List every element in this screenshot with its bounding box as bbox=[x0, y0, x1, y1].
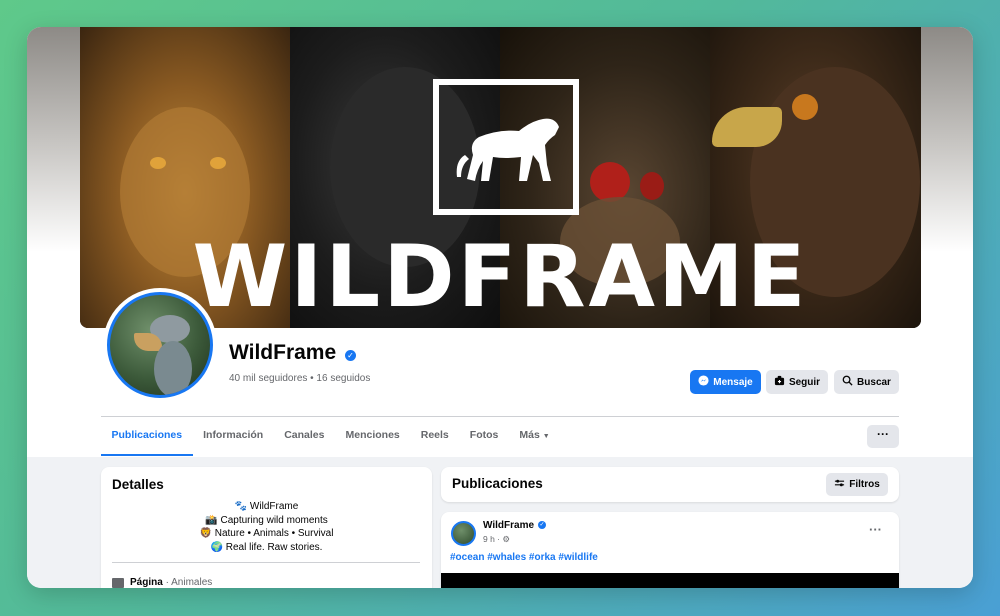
follow-icon bbox=[774, 375, 785, 389]
page-title: WildFrame bbox=[229, 341, 337, 364]
post-author[interactable]: WildFrame bbox=[483, 520, 534, 531]
filters-label: Filtros bbox=[849, 479, 880, 490]
details-title: Detalles bbox=[112, 477, 164, 492]
details-card: Detalles 🐾 WildFrame 📸 Capturing wild mo… bbox=[101, 467, 432, 588]
search-button[interactable]: Buscar bbox=[834, 370, 899, 394]
message-label: Mensaje bbox=[713, 376, 753, 388]
flag-icon bbox=[112, 577, 124, 588]
tab-reels[interactable]: Reels bbox=[410, 420, 459, 456]
post-hashtags[interactable]: #ocean #whales #orka #wildlife bbox=[450, 552, 598, 563]
tab-mas[interactable]: Más ▼ bbox=[509, 420, 560, 456]
browser-window: WILDFRAME WildFrame ✓ 40 mil seguidores … bbox=[27, 27, 973, 588]
tab-menciones[interactable]: Menciones bbox=[335, 420, 410, 456]
bio-line: 📸 Capturing wild moments bbox=[205, 514, 328, 526]
follow-button[interactable]: Seguir bbox=[766, 370, 828, 394]
bio: 🐾 WildFrame 📸 Capturing wild moments 🦁 N… bbox=[101, 500, 432, 554]
message-button[interactable]: Mensaje bbox=[690, 370, 761, 394]
details-divider bbox=[112, 562, 420, 563]
tab-publicaciones[interactable]: Publicaciones bbox=[101, 420, 193, 456]
bio-line: 🦁 Nature • Animals • Survival bbox=[199, 528, 334, 539]
filters-button[interactable]: Filtros bbox=[826, 473, 888, 496]
lioness-icon bbox=[456, 118, 559, 181]
category-row: Página · Animales bbox=[112, 577, 212, 588]
post-card: WildFrame ✓ 9 h · ⚙ ··· #ocean #whales #… bbox=[441, 512, 899, 588]
tab-informacion[interactable]: Información bbox=[193, 420, 274, 456]
post-avatar[interactable] bbox=[451, 521, 476, 546]
avatar bbox=[107, 292, 213, 398]
profile-avatar[interactable] bbox=[103, 288, 217, 402]
post-options-button[interactable]: ··· bbox=[869, 522, 882, 537]
posts-title: Publicaciones bbox=[452, 476, 543, 491]
post-media[interactable] bbox=[441, 573, 899, 588]
sliders-icon bbox=[834, 478, 845, 491]
follow-label: Seguir bbox=[788, 376, 821, 388]
verified-badge-icon: ✓ bbox=[345, 350, 356, 361]
more-options-button[interactable]: ··· bbox=[867, 425, 899, 448]
header-divider bbox=[101, 416, 899, 417]
category-value[interactable]: · Animales bbox=[163, 577, 213, 588]
category-label: Página bbox=[130, 577, 163, 588]
post-timestamp[interactable]: 9 h · ⚙ bbox=[483, 534, 510, 545]
cover-photo[interactable]: WILDFRAME bbox=[80, 27, 921, 328]
chevron-down-icon: ▼ bbox=[542, 433, 550, 440]
bio-line: 🐾 WildFrame bbox=[234, 501, 299, 512]
search-icon bbox=[842, 375, 853, 389]
search-label: Buscar bbox=[857, 376, 891, 388]
verified-badge-icon: ✓ bbox=[538, 521, 546, 529]
messenger-icon bbox=[698, 375, 709, 389]
tab-fotos[interactable]: Fotos bbox=[459, 420, 509, 456]
wildframe-logo bbox=[433, 79, 579, 215]
tab-canales[interactable]: Canales bbox=[274, 420, 335, 456]
follower-count[interactable]: 40 mil seguidores • 16 seguidos bbox=[229, 373, 370, 384]
bio-line: 🌍 Real life. Raw stories. bbox=[210, 541, 323, 553]
profile-tabs: Publicaciones Información Canales Mencio… bbox=[101, 420, 560, 456]
